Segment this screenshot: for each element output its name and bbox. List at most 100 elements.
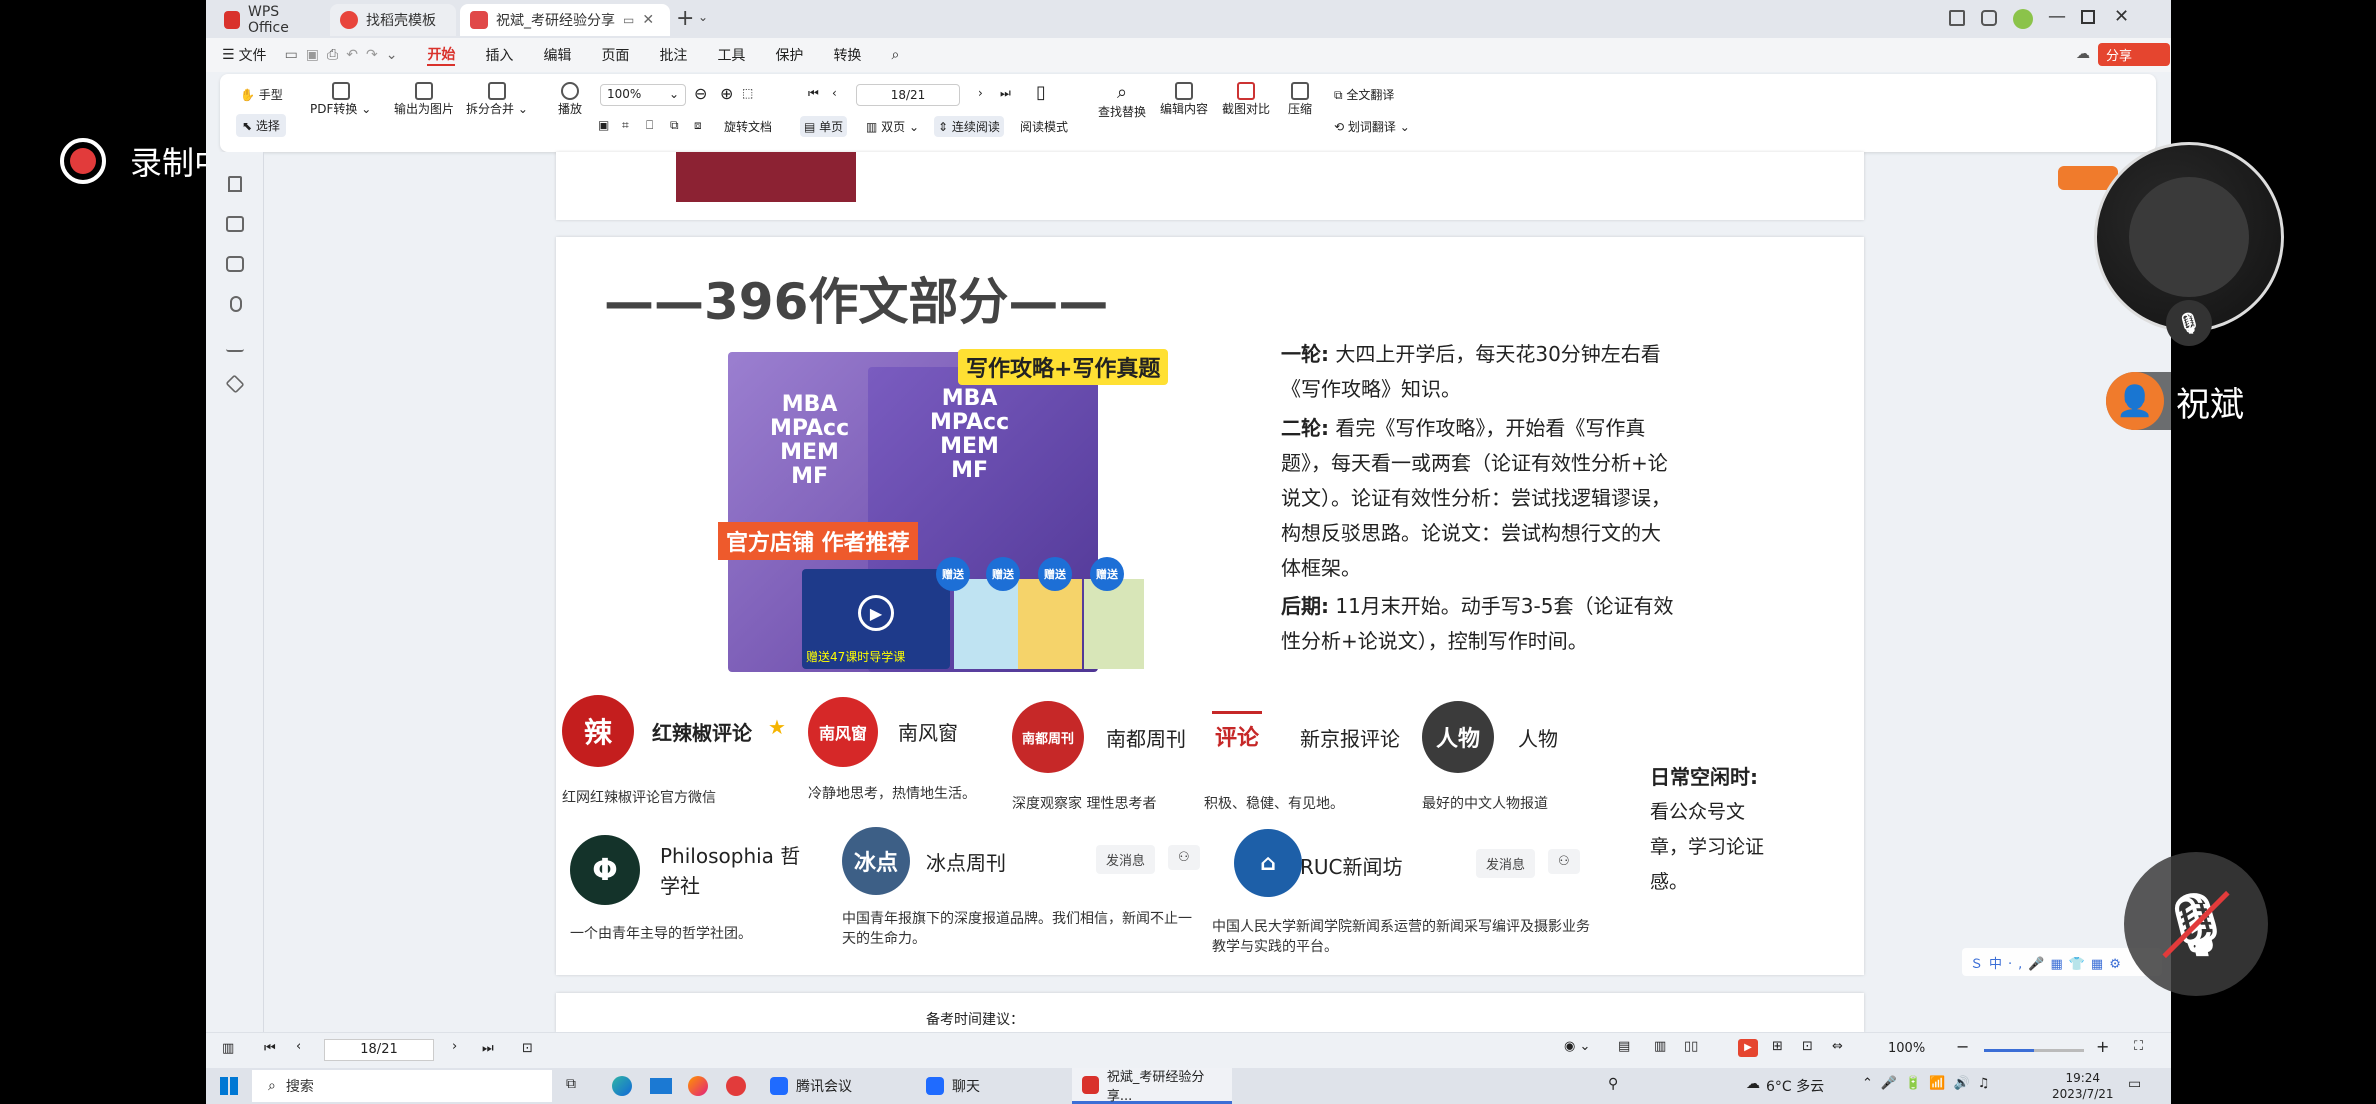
next-page-icon[interactable]: › [452, 1039, 457, 1054]
menu-edit[interactable]: 编辑 [543, 45, 571, 65]
folder-icon[interactable]: ▭ [285, 47, 298, 63]
notification-icon[interactable]: ▭ [2128, 1076, 2141, 1092]
split-merge-button[interactable]: 拆分合并 ⌄ [466, 82, 528, 117]
comment-icon[interactable] [226, 256, 244, 272]
windows-start-icon[interactable] [220, 1077, 238, 1095]
mute-mic-button[interactable]: 🎙 [2124, 852, 2268, 996]
view-icon-5[interactable]: ⧈ [694, 118, 702, 133]
menu-insert[interactable]: 插入 [485, 45, 513, 65]
read-mode-button[interactable]: 阅读模式 [1020, 118, 1068, 135]
tray-icons[interactable]: ⌃🎤🔋📶🔊♫ [1862, 1076, 1997, 1091]
close-tab-icon[interactable]: ✕ [642, 12, 654, 28]
new-tab-button[interactable]: + [676, 6, 694, 31]
redo-icon[interactable]: ↷ [366, 47, 378, 63]
play-slideshow-icon[interactable]: ▶ [1738, 1039, 1758, 1057]
task-view-icon[interactable]: ⧉ [566, 1076, 576, 1092]
full-translate-button[interactable]: ⧉ 全文翻译 [1334, 86, 1394, 103]
view-icon-4[interactable]: ⧉ [670, 118, 679, 133]
prev-page-icon[interactable]: ‹ [832, 86, 837, 100]
word-translate-button[interactable]: ⟲ 划词翻译 ⌄ [1334, 118, 1410, 135]
clock[interactable]: 19:24 2023/7/21 [2052, 1070, 2114, 1102]
signature-icon[interactable] [226, 336, 244, 352]
mail-icon[interactable] [650, 1078, 672, 1094]
double-page-button[interactable]: ▥ 双页 ⌄ [866, 118, 919, 135]
menu-tools[interactable]: 工具 [717, 45, 745, 65]
sogou-icon[interactable] [726, 1076, 746, 1096]
save-icon[interactable]: ▣ [306, 47, 319, 63]
continuous-read-button[interactable]: ⇕ 连续阅读 [934, 116, 1004, 137]
pdf-convert-button[interactable]: PDF转换 ⌄ [310, 82, 371, 117]
zoom-select[interactable]: 100% ⌄ [600, 84, 686, 106]
cloud-icon[interactable]: ☁ [2076, 46, 2090, 62]
zoom-in-icon[interactable]: + [2096, 1037, 2109, 1056]
thumbnail-icon[interactable] [226, 216, 244, 232]
layout-single-icon[interactable]: ▤ [1618, 1039, 1630, 1054]
print-icon[interactable]: ⎙ [327, 47, 338, 63]
bookmark-icon[interactable] [228, 176, 242, 192]
menu-file[interactable]: 文件 [239, 45, 267, 65]
zoom-out-icon[interactable]: − [1956, 1037, 1969, 1056]
weather-widget[interactable]: ☁ 6°C 多云 [1746, 1076, 1824, 1096]
view-icon-3[interactable]: ⎕ [646, 118, 653, 133]
share-button[interactable]: 分享 [2098, 43, 2171, 66]
view-icon-1[interactable]: ▣ [598, 118, 609, 132]
firefox-icon[interactable] [688, 1076, 708, 1096]
next-page-icon[interactable]: › [978, 86, 983, 100]
menu-convert[interactable]: 转换 [833, 45, 861, 65]
monitor-icon[interactable]: ▭ [623, 13, 634, 27]
page-number-input[interactable]: 18/21 [856, 84, 960, 106]
close-window-button[interactable]: ✕ [2114, 6, 2129, 27]
avatar[interactable] [2013, 9, 2033, 29]
participant-name-tag[interactable]: 👤 祝斌 [2106, 372, 2276, 430]
last-page-icon[interactable]: ⏭ [1000, 86, 1011, 101]
sidebar-toggle-icon[interactable]: ▥ [222, 1041, 234, 1056]
hand-tool[interactable]: ✋ 手型 [240, 86, 283, 103]
taskbar-app-wps[interactable]: 祝斌_考研经验分享... [1072, 1068, 1232, 1104]
minimize-button[interactable]: — [2048, 6, 2066, 27]
mic-icon[interactable]: 🎙 [2166, 300, 2212, 346]
recording-indicator[interactable] [60, 138, 106, 184]
layout-icon[interactable] [1949, 10, 1965, 26]
send-message-button[interactable]: 发消息 [1096, 845, 1156, 874]
zoom-out-icon[interactable]: ⊖ [694, 84, 707, 103]
fullscreen-icon[interactable]: ⛶ [2134, 1039, 2143, 1054]
fit-width-icon[interactable]: ⇔ [1832, 1039, 1843, 1054]
zoom-slider[interactable] [1984, 1049, 2084, 1052]
search-icon[interactable]: ⌕ [891, 47, 899, 63]
undo-icon[interactable]: ↶ [346, 47, 358, 63]
fit-page-icon[interactable]: ⊞ [1772, 1039, 1783, 1054]
profile-icon[interactable]: ⚇ [1548, 849, 1580, 874]
tab-template[interactable]: 找稻壳模板 [330, 4, 456, 36]
compare-button[interactable]: 截图对比 [1222, 82, 1270, 117]
first-page-icon[interactable]: ⏮ [808, 86, 819, 101]
restore-button[interactable] [2081, 10, 2095, 24]
tab-document[interactable]: 祝斌_考研经验分享 ▭ ✕ [460, 4, 670, 36]
people-icon[interactable]: ⚲ [1608, 1076, 1618, 1092]
cube-icon[interactable] [1981, 10, 1997, 26]
zoom-value[interactable]: 100% [1888, 1041, 1925, 1056]
layers-icon[interactable] [225, 374, 245, 394]
edge-icon[interactable] [612, 1076, 632, 1096]
eye-icon[interactable]: ◉ ⌄ [1564, 1039, 1590, 1054]
hamburger-icon[interactable]: ☰ [222, 47, 235, 63]
layout-double-icon[interactable]: ▥ [1654, 1039, 1666, 1054]
last-page-icon[interactable]: ⏭ [482, 1041, 494, 1056]
select-tool[interactable]: ⬉ 选择 [236, 114, 286, 137]
taskbar-app-chat[interactable]: 聊天 [916, 1068, 1066, 1104]
book-icon[interactable]: ▯ [1036, 82, 1046, 103]
layout-book-icon[interactable]: ▯▯ [1684, 1039, 1698, 1054]
first-page-icon[interactable]: ⏮ [264, 1041, 276, 1056]
prev-page-icon[interactable]: ‹ [296, 1039, 301, 1054]
view-icon-2[interactable]: ⌗ [622, 118, 629, 133]
menu-annotate[interactable]: 批注 [659, 45, 687, 65]
actual-size-icon[interactable]: ⊡ [1802, 1039, 1813, 1054]
taskbar-app-tencent-meeting[interactable]: 腾讯会议 [760, 1068, 910, 1104]
rotate-button[interactable]: 旋转文档 [724, 118, 772, 135]
menu-page[interactable]: 页面 [601, 45, 629, 65]
taskbar-search[interactable]: ⌕ 搜索 [252, 1070, 552, 1102]
zoom-in-icon[interactable]: ⊕ [720, 84, 733, 103]
play-button[interactable]: 播放 [558, 82, 582, 117]
export-image-button[interactable]: 输出为图片 [394, 82, 454, 117]
page-number-input[interactable]: 18/21 [324, 1039, 434, 1061]
find-replace-button[interactable]: ⌕ 查找替换 [1098, 82, 1146, 120]
